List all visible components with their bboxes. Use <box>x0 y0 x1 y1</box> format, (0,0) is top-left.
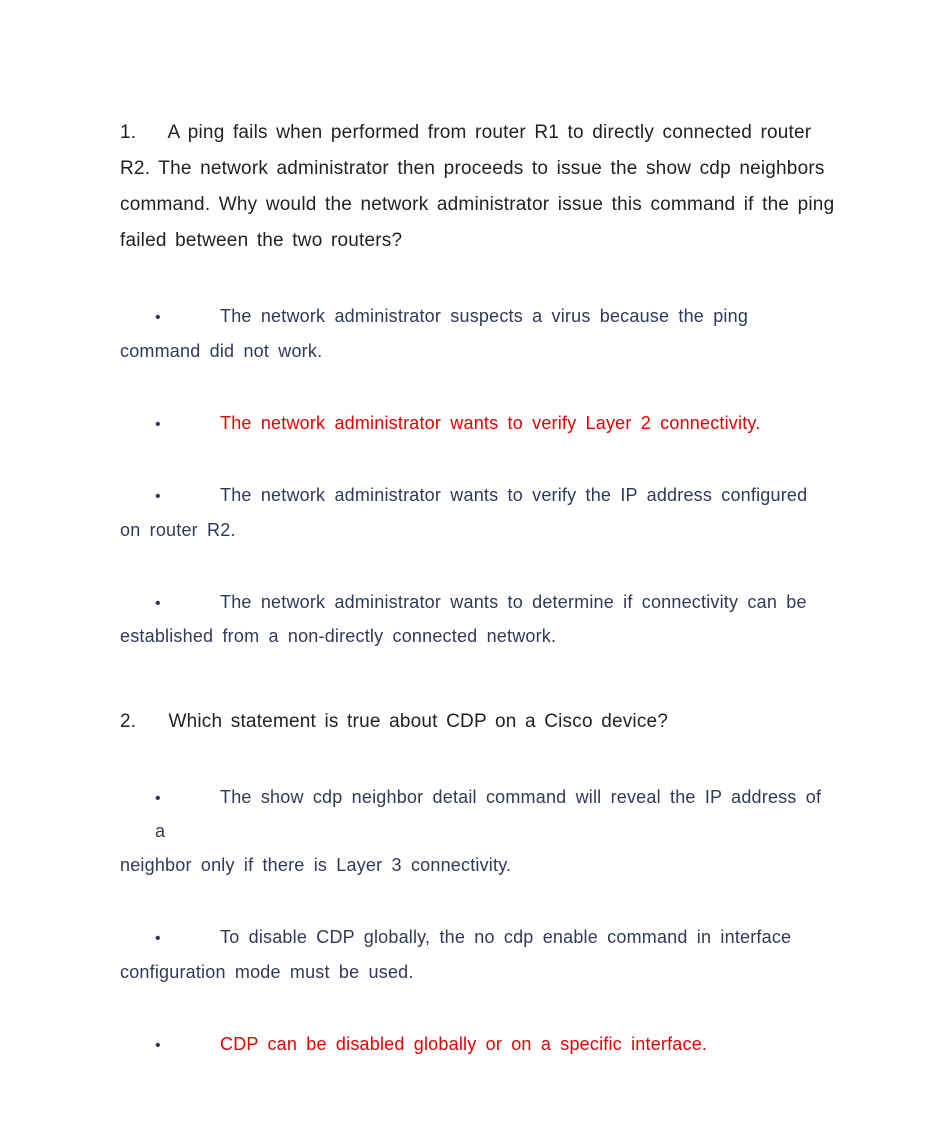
question-text: 1. A ping fails when performed from rout… <box>120 115 835 259</box>
answer-text-cont: configuration mode must be used. <box>120 955 835 989</box>
answer-option: The network administrator suspects a vir… <box>155 299 835 368</box>
bullet-icon <box>155 920 220 954</box>
question-block: 2. Which statement is true about CDP on … <box>120 704 835 1062</box>
answer-option: CDP can be disabled globally or on a spe… <box>155 1027 835 1061</box>
answer-text-cont: on router R2. <box>120 513 835 547</box>
answer-text: The network administrator wants to verif… <box>220 485 807 505</box>
question-block: 1. A ping fails when performed from rout… <box>120 115 835 654</box>
question-number: 1. <box>120 115 160 151</box>
question-body: A ping fails when performed from router … <box>120 122 834 251</box>
question-number: 2. <box>120 704 160 740</box>
answer-text-cont: established from a non-directly connecte… <box>120 619 835 653</box>
answer-text-cont: command did not work. <box>120 334 835 368</box>
answer-text: The network administrator wants to deter… <box>220 592 807 612</box>
answer-text: To disable CDP globally, the no cdp enab… <box>220 927 791 947</box>
answer-option: The show cdp neighbor detail command wil… <box>155 780 835 883</box>
bullet-icon <box>155 406 220 440</box>
bullet-icon <box>155 780 220 814</box>
answer-option: The network administrator wants to deter… <box>155 585 835 654</box>
answer-text: The network administrator suspects a vir… <box>220 306 748 326</box>
question-text: 2. Which statement is true about CDP on … <box>120 704 835 740</box>
question-body: Which statement is true about CDP on a C… <box>168 711 668 732</box>
answer-text-cont: neighbor only if there is Layer 3 connec… <box>120 848 835 882</box>
answer-text: CDP can be disabled globally or on a spe… <box>220 1034 707 1054</box>
bullet-icon <box>155 299 220 333</box>
answer-text: The network administrator wants to verif… <box>220 413 760 433</box>
answer-list: The network administrator suspects a vir… <box>120 299 835 653</box>
answer-text: The show cdp neighbor detail command wil… <box>155 787 821 841</box>
answer-option: The network administrator wants to verif… <box>155 478 835 547</box>
answer-option: The network administrator wants to verif… <box>155 406 835 440</box>
bullet-icon <box>155 478 220 512</box>
answer-option: To disable CDP globally, the no cdp enab… <box>155 920 835 989</box>
bullet-icon <box>155 585 220 619</box>
answer-list: The show cdp neighbor detail command wil… <box>120 780 835 1062</box>
document-page: 1. A ping fails when performed from rout… <box>0 0 945 1123</box>
bullet-icon <box>155 1027 220 1061</box>
